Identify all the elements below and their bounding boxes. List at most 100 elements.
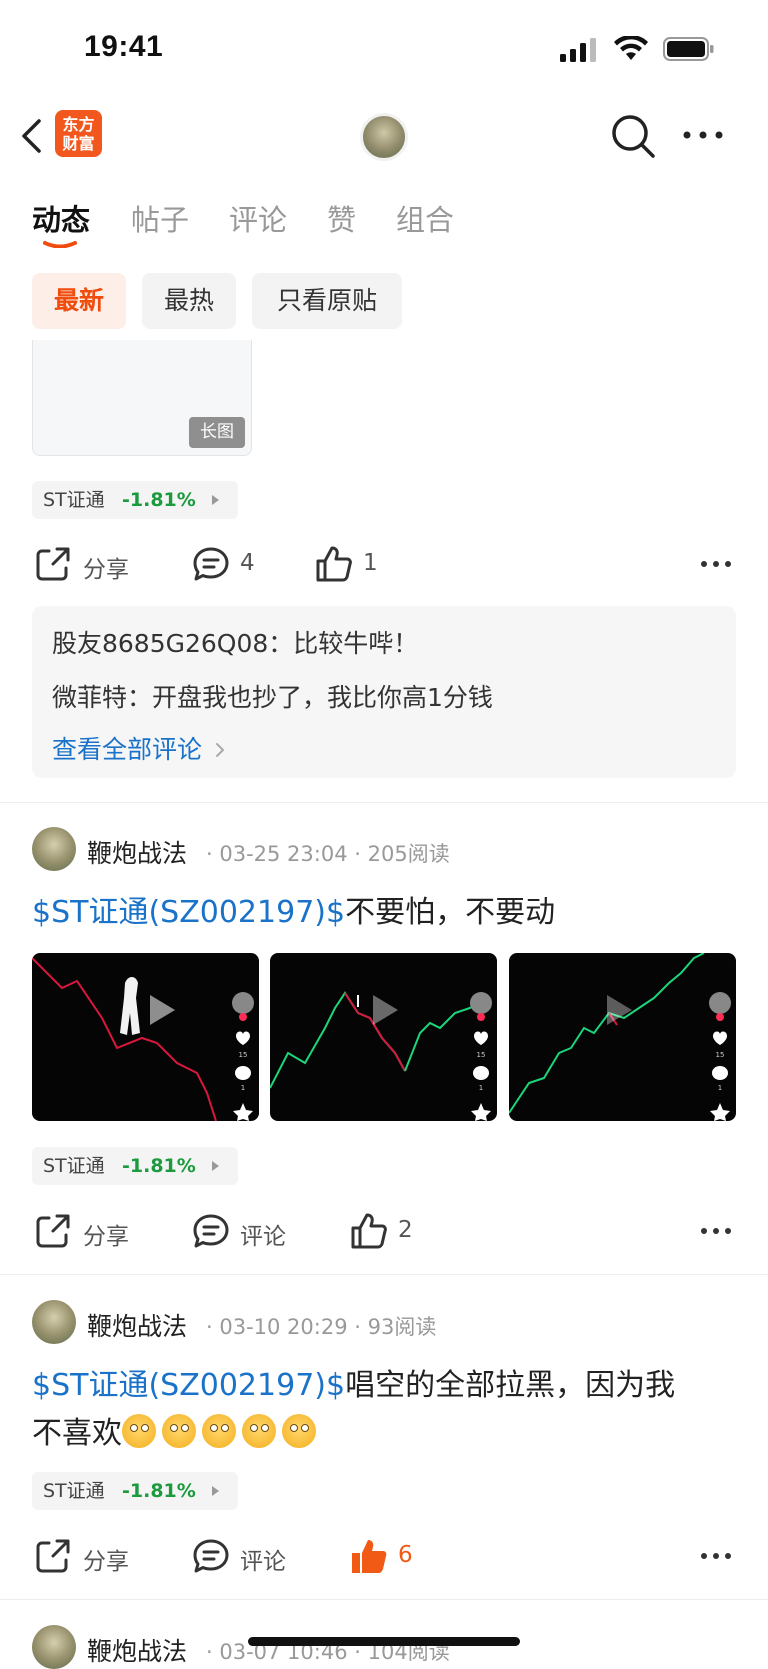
post-text-line1: 唱空的全部拉黑，因为我 xyxy=(345,1368,676,1403)
comment-label[interactable]: 评论 xyxy=(240,1217,286,1251)
comment-icon[interactable] xyxy=(192,1538,230,1574)
like-icon[interactable] xyxy=(350,1212,388,1250)
stock-change: -1.81% xyxy=(122,1155,196,1177)
stock-link[interactable]: $ST证通(SZ002197)$ xyxy=(32,1368,345,1403)
share-icon[interactable] xyxy=(35,546,71,582)
stock-name: ST证通 xyxy=(43,1480,105,1502)
filter-latest[interactable]: 最新 xyxy=(32,273,126,329)
post-date: 03-25 23:04 xyxy=(219,842,348,866)
read-count: 205阅读 xyxy=(367,842,450,866)
liked-icon[interactable] xyxy=(350,1537,388,1575)
stock-tag[interactable]: ST证通 -1.81% xyxy=(32,1472,238,1510)
stock-link[interactable]: $ST证通(SZ002197)$ xyxy=(32,895,345,930)
tab-posts[interactable]: 帖子 xyxy=(131,197,189,239)
comment-icon[interactable] xyxy=(192,546,230,582)
post-content[interactable]: $ST证通(SZ002197)$不要怕，不要动 xyxy=(32,889,732,937)
video-thumbnail[interactable]: 15 1 xyxy=(509,953,736,1121)
like-icon[interactable] xyxy=(315,545,353,583)
video-frame: 15 1 xyxy=(270,991,492,1121)
wifi-icon xyxy=(614,36,648,60)
flushed-emoji-icon xyxy=(242,1414,276,1448)
video-like-count: 15 xyxy=(716,1051,725,1059)
author-avatar[interactable] xyxy=(32,1625,76,1669)
like-count[interactable]: 6 xyxy=(398,1542,413,1568)
post-text-line2: 不喜欢 xyxy=(32,1416,122,1451)
comment-item: 股友8685G26Q08：比较牛哔！ xyxy=(52,624,418,660)
stock-name: ST证通 xyxy=(43,1155,105,1177)
video-like-count: 15 xyxy=(239,1051,248,1059)
author-avatar[interactable] xyxy=(32,827,76,871)
post-meta: · 03-10 20:29 · 93阅读 xyxy=(206,1315,437,1339)
profile-avatar[interactable] xyxy=(360,113,408,161)
flushed-emoji-icon xyxy=(202,1414,236,1448)
share-label[interactable]: 分享 xyxy=(83,550,129,584)
post-text: 不要怕，不要动 xyxy=(345,895,556,930)
cellular-signal-icon xyxy=(560,38,596,62)
like-count[interactable]: 1 xyxy=(363,550,378,576)
chevron-right-icon xyxy=(215,743,225,757)
read-count: 93阅读 xyxy=(367,1315,437,1339)
stock-name: ST证通 xyxy=(43,489,105,511)
long-image-tag: 长图 xyxy=(189,417,245,448)
caret-right-icon xyxy=(212,1161,219,1171)
tab-likes[interactable]: 赞 xyxy=(327,197,356,239)
video-comment-count: 1 xyxy=(241,1084,245,1092)
post-content[interactable]: $ST证通(SZ002197)$唱空的全部拉黑，因为我 不喜欢 xyxy=(32,1362,732,1458)
filter-original-only[interactable]: 只看原贴 xyxy=(252,273,402,329)
video-like-count: 15 xyxy=(477,1051,486,1059)
comment-user[interactable]: 微菲特： xyxy=(52,683,152,712)
comment-text: 比较牛哔！ xyxy=(293,629,419,658)
search-icon[interactable] xyxy=(610,113,656,159)
home-indicator xyxy=(248,1637,520,1646)
flushed-emoji-icon xyxy=(162,1414,196,1448)
author-name[interactable]: 鞭炮战法 xyxy=(87,1307,187,1343)
post-more-icon[interactable] xyxy=(700,1550,732,1562)
stock-tag[interactable]: ST证通 -1.81% xyxy=(32,481,238,519)
tab-comments[interactable]: 评论 xyxy=(229,197,287,239)
logo-line2: 财富 xyxy=(62,133,95,153)
caret-right-icon xyxy=(212,495,219,505)
battery-icon xyxy=(663,37,714,61)
share-icon[interactable] xyxy=(35,1538,71,1574)
back-icon[interactable] xyxy=(20,118,44,154)
post-more-icon[interactable] xyxy=(700,558,732,570)
video-frame: 15 1 xyxy=(32,957,254,1121)
app-logo: 东方 财富 xyxy=(55,110,102,157)
post-meta: · 03-25 23:04 · 205阅读 xyxy=(206,842,450,866)
video-thumbnail[interactable]: 15 1 xyxy=(270,953,497,1121)
tab-dynamic[interactable]: 动态 xyxy=(32,197,90,239)
filter-hottest[interactable]: 最热 xyxy=(142,273,236,329)
comment-item: 微菲特：开盘我也抄了，我比你高1分钱 xyxy=(52,678,493,714)
see-all-comments-link[interactable]: 查看全部评论 xyxy=(52,730,226,766)
divider xyxy=(0,802,768,803)
stock-change: -1.81% xyxy=(122,489,196,511)
video-frame: 15 1 xyxy=(509,953,731,1121)
see-all-label: 查看全部评论 xyxy=(52,735,203,764)
comment-count[interactable]: 4 xyxy=(240,550,255,576)
flushed-emoji-icon xyxy=(282,1414,316,1448)
more-icon[interactable] xyxy=(682,128,724,142)
post-date: 03-10 20:29 xyxy=(219,1315,348,1339)
stock-change: -1.81% xyxy=(122,1480,196,1502)
comment-user[interactable]: 股友8685G26Q08： xyxy=(52,629,293,658)
video-comment-count: 1 xyxy=(479,1084,483,1092)
author-name[interactable]: 鞭炮战法 xyxy=(87,834,187,870)
share-icon[interactable] xyxy=(35,1213,71,1249)
tab-portfolio[interactable]: 组合 xyxy=(396,197,454,239)
author-avatar[interactable] xyxy=(32,1300,76,1344)
like-count[interactable]: 2 xyxy=(398,1217,413,1243)
divider xyxy=(0,1599,768,1600)
video-thumbnail[interactable]: 15 1 xyxy=(32,953,259,1121)
logo-line1: 东方 xyxy=(62,114,95,134)
comment-icon[interactable] xyxy=(192,1213,230,1249)
divider xyxy=(0,1274,768,1275)
comment-label[interactable]: 评论 xyxy=(240,1542,286,1576)
stock-tag[interactable]: ST证通 -1.81% xyxy=(32,1147,238,1185)
share-label[interactable]: 分享 xyxy=(83,1542,129,1576)
post-more-icon[interactable] xyxy=(700,1225,732,1237)
share-label[interactable]: 分享 xyxy=(83,1217,129,1251)
status-time: 19:41 xyxy=(84,30,164,63)
active-tab-indicator xyxy=(43,241,77,248)
caret-right-icon xyxy=(212,1486,219,1496)
comment-text: 开盘我也抄了，我比你高1分钱 xyxy=(152,683,493,712)
